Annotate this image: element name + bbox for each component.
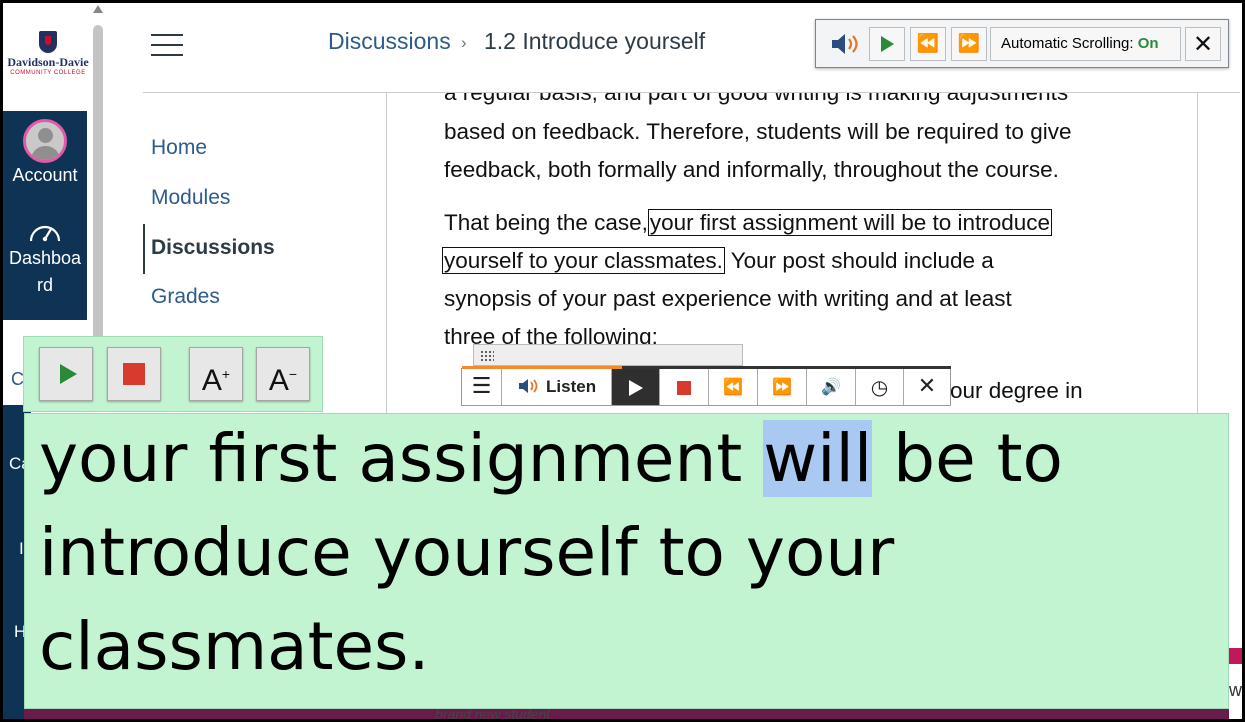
dashboard-icon: [29, 225, 61, 242]
play-icon: [59, 364, 77, 384]
content-text: Your post should include a: [724, 248, 994, 273]
fast-forward-button[interactable]: ⏩: [758, 369, 807, 405]
increase-font-button[interactable]: A+: [189, 347, 243, 401]
hamburger-menu-icon[interactable]: [151, 34, 183, 56]
listen-label: Listen: [546, 377, 597, 396]
logo-subtitle: COMMUNITY COLLEGE: [10, 70, 86, 76]
speaker-icon: [518, 379, 538, 393]
reader-toolbar: ⏪ ⏩ Automatic Scrolling: On ✕: [815, 19, 1229, 68]
content-line: synopsis of your past experience with wr…: [444, 286, 1012, 311]
increase-font-icon: A: [201, 364, 222, 397]
close-icon: ✕: [917, 374, 937, 399]
content-line: yourself to your classmates. Your post s…: [442, 247, 994, 274]
speech-line: your first assignment will be to: [39, 420, 1063, 497]
rewind-button[interactable]: ⏪: [910, 27, 946, 61]
speech-text: be to: [872, 420, 1063, 497]
stop-icon: [677, 380, 691, 395]
scroll-up-arrow-icon[interactable]: [93, 5, 103, 13]
stop-button[interactable]: [107, 347, 161, 401]
college-logo[interactable]: Davidson-Davie COMMUNITY COLLEGE: [3, 31, 93, 76]
speaker-icon[interactable]: [826, 27, 864, 61]
logo-name: Davidson-Davie: [7, 55, 89, 69]
breadcrumb-discussions[interactable]: Discussions: [328, 28, 451, 55]
play-button[interactable]: [39, 347, 93, 401]
read-aloud-highlight: your first assignment will be to introdu…: [647, 209, 1053, 236]
read-aloud-highlight: yourself to your classmates.: [442, 247, 725, 274]
drag-handle[interactable]: [473, 344, 743, 366]
volume-icon: 🔊: [821, 377, 841, 396]
background-accent: [1229, 648, 1242, 664]
speech-line: classmates.: [39, 608, 430, 685]
automatic-scrolling-toggle[interactable]: Automatic Scrolling: On: [990, 27, 1181, 61]
course-nav-home[interactable]: Home: [151, 136, 207, 160]
active-nav-indicator: [143, 224, 145, 274]
current-word-highlight: will: [763, 420, 873, 497]
breadcrumb-current: 1.2 Introduce yourself: [484, 28, 706, 54]
listen-button[interactable]: Listen: [502, 369, 612, 405]
scroll-thumb[interactable]: [93, 25, 103, 365]
course-nav-discussions[interactable]: Discussions: [151, 236, 275, 260]
menu-icon: ☰: [471, 374, 492, 399]
decrease-font-icon: A: [268, 364, 289, 397]
auto-scroll-label: Automatic Scrolling:: [1001, 35, 1134, 52]
background-banner: [24, 709, 1229, 719]
global-nav-menu: Account Dashboard: [3, 111, 87, 320]
stop-button[interactable]: [660, 369, 709, 405]
auto-scroll-state: On: [1137, 35, 1159, 52]
fast-forward-icon: ⏩: [957, 33, 981, 54]
play-icon: [628, 379, 643, 396]
content-line: a regular basis, and part of good writin…: [444, 93, 1068, 106]
rewind-button[interactable]: ⏪: [709, 369, 758, 405]
rewind-icon: ⏪: [723, 377, 743, 396]
listen-toolbar: ☰ Listen ⏪ ⏩ 🔊 ◷ ✕: [461, 366, 951, 406]
stop-icon: [123, 363, 145, 385]
grip-icon: [480, 350, 494, 362]
speed-icon: ◷: [870, 375, 889, 399]
content-line: feedback, both formally and informally, …: [444, 157, 1059, 182]
nav-account[interactable]: Account: [3, 119, 87, 186]
rewind-icon: ⏪: [916, 33, 940, 54]
speech-text: your first assignment: [39, 420, 764, 497]
play-button[interactable]: [869, 27, 905, 61]
speech-text-panel: your first assignment will be to introdu…: [24, 413, 1229, 709]
breadcrumb-separator: ›: [461, 33, 467, 52]
volume-button[interactable]: 🔊: [807, 369, 856, 405]
background-text: w: [1229, 680, 1242, 700]
avatar: [23, 119, 67, 163]
speed-button[interactable]: ◷: [856, 369, 904, 405]
content-line: based on feedback. Therefore, students w…: [444, 119, 1072, 144]
content-line: That being the case,your first assignmen…: [444, 209, 1053, 236]
content-line: our degree in: [950, 378, 1083, 403]
play-button[interactable]: [612, 369, 660, 405]
menu-button[interactable]: ☰: [462, 369, 502, 405]
close-button[interactable]: ✕: [1185, 27, 1221, 61]
fast-forward-icon: ⏩: [772, 377, 792, 396]
nav-dashboard[interactable]: Dashboard: [3, 219, 87, 299]
nav-account-label: Account: [12, 165, 78, 185]
content-text: That being the case,: [444, 210, 648, 235]
course-nav-modules[interactable]: Modules: [151, 186, 230, 210]
decrease-font-button[interactable]: A−: [256, 347, 310, 401]
course-nav-grades[interactable]: Grades: [151, 285, 220, 309]
shield-icon: [39, 31, 57, 53]
close-icon: ✕: [1192, 30, 1214, 58]
fast-forward-button[interactable]: ⏩: [951, 27, 987, 61]
speech-line: introduce yourself to your: [39, 514, 895, 591]
text-reader-toolbar: A+ A−: [23, 336, 323, 412]
close-button[interactable]: ✕: [904, 369, 950, 405]
nav-dashboard-label: Dashboard: [8, 248, 82, 295]
play-icon: [880, 36, 894, 52]
